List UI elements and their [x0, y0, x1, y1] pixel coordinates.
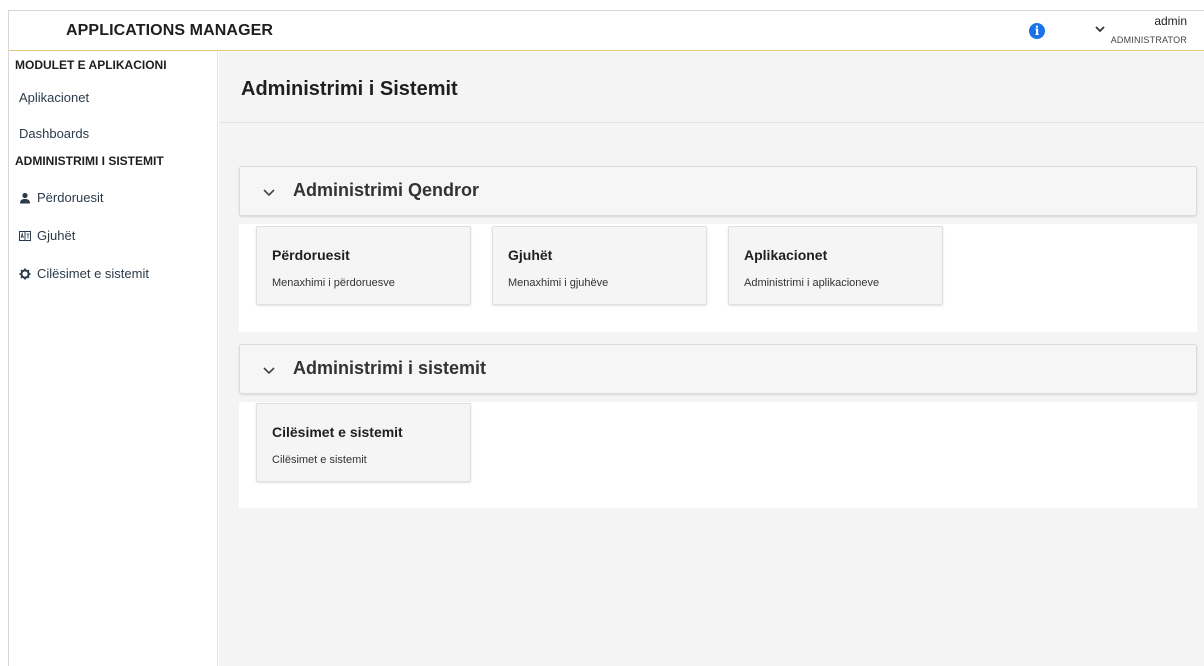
user-icon	[20, 192, 30, 203]
card-title: Gjuhët	[508, 247, 553, 263]
card-description: Cilësimet e sistemit	[272, 454, 367, 466]
info-icon[interactable]: i	[1029, 23, 1045, 39]
sidebar-section-title: MODULET E APLIKACIONI	[15, 58, 167, 72]
sidebar-item-label: Aplikacionet	[19, 90, 90, 105]
chevron-down-icon[interactable]	[1093, 22, 1107, 36]
sidebar-item-cilesimet[interactable]: Cilësimet e sistemit	[19, 266, 149, 281]
card-title: Përdoruesit	[272, 247, 350, 263]
card-title: Aplikacionet	[744, 247, 828, 263]
card-perdoruesit[interactable]: Përdoruesit Menaxhimi i përdoruesve	[256, 226, 471, 305]
sidebar-item-label: Cilësimet e sistemit	[37, 266, 149, 281]
sidebar-item-label: Gjuhët	[37, 228, 76, 243]
sidebar: MODULET E APLIKACIONI Aplikacionet Dashb…	[9, 52, 218, 666]
sidebar-section-title: ADMINISTRIMI I SISTEMIT	[15, 154, 164, 168]
page-header: Administrimi i Sistemit	[219, 52, 1204, 123]
sidebar-item-label: Përdoruesit	[37, 190, 104, 205]
sidebar-item-aplikacionet[interactable]: Aplikacionet	[19, 90, 89, 105]
main-content: Administrimi i Sistemit Administrimi Qen…	[219, 52, 1204, 666]
sidebar-item-perdoruesit[interactable]: Përdoruesit	[19, 190, 103, 205]
chevron-down-icon[interactable]	[262, 363, 276, 377]
sidebar-item-gjuhet[interactable]: Gjuhët	[19, 228, 75, 243]
card-cilesimet[interactable]: Cilësimet e sistemit Cilësimet e sistemi…	[256, 403, 471, 482]
card-description: Administrimi i aplikacioneve	[744, 277, 880, 289]
sidebar-item-dashboards[interactable]: Dashboards	[19, 126, 89, 141]
section-header-sistemit[interactable]: Administrimi i sistemit	[239, 344, 1197, 394]
card-description: Menaxhimi i gjuhëve	[508, 277, 609, 289]
section-title: Administrimi i sistemit	[293, 358, 487, 378]
app-window: APPLICATIONS MANAGER i admin ADMINISTRAT…	[8, 10, 1204, 666]
section-header-qendror[interactable]: Administrimi Qendror	[239, 166, 1197, 216]
user-name[interactable]: admin	[1154, 14, 1187, 28]
section-title: Administrimi Qendror	[293, 180, 480, 200]
top-bar: APPLICATIONS MANAGER i admin ADMINISTRAT…	[9, 11, 1204, 51]
sidebar-item-label: Dashboards	[19, 126, 90, 141]
page-title: Administrimi i Sistemit	[241, 78, 458, 100]
card-aplikacionet[interactable]: Aplikacionet Administrimi i aplikacionev…	[728, 226, 943, 305]
card-gjuhet[interactable]: Gjuhët Menaxhimi i gjuhëve	[492, 226, 707, 305]
gear-icon	[19, 268, 31, 279]
language-icon	[19, 230, 31, 241]
user-role: ADMINISTRATOR	[1110, 35, 1187, 45]
card-title: Cilësimet e sistemit	[272, 424, 403, 440]
app-title: APPLICATIONS MANAGER	[66, 22, 274, 39]
section-body-sistemit: Cilësimet e sistemit Cilësimet e sistemi…	[239, 402, 1197, 508]
chevron-down-icon[interactable]	[262, 185, 276, 199]
section-body-qendror: Përdoruesit Menaxhimi i përdoruesve Gjuh…	[239, 224, 1197, 332]
card-description: Menaxhimi i përdoruesve	[272, 277, 395, 289]
